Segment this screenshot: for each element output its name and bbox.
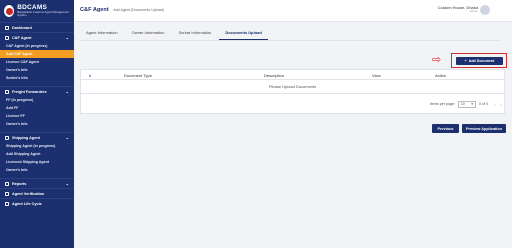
previous-button[interactable]: Previous (432, 124, 459, 133)
tab-agent-information[interactable]: Agent Information (80, 28, 124, 40)
tab-owner-information[interactable]: Owner Information (126, 28, 171, 40)
sidebar-item-agent-life-cycle[interactable]: Agent Life Cycle (0, 198, 74, 208)
user-role: Admin (469, 9, 478, 14)
preview-application-button[interactable]: Preview Application (462, 124, 506, 133)
add-document-label: Add Document (468, 59, 495, 63)
add-document-button[interactable]: + Add Document (456, 57, 503, 65)
sidebar-item-sorkers-info[interactable]: Sorker's Info (0, 74, 74, 82)
documents-table: # Document Type Description View Action … (80, 69, 505, 114)
sidebar-item-ff-in-progress[interactable]: FF (In progress) (0, 96, 74, 104)
page-subtitle: Add Agent (Documents Upload) (113, 8, 164, 12)
page-title-text: C&F Agent (80, 7, 109, 13)
items-per-page-label: Items per page: (430, 102, 455, 106)
chevron-down-icon: ⌄ (65, 181, 69, 186)
tab-documents-upload[interactable]: Documents Upload (219, 28, 268, 40)
sidebar-item-dashboard[interactable]: Dashboard (0, 22, 74, 32)
sidebar-item-cf-in-progress[interactable]: C&F Agent (In progress) (0, 42, 74, 50)
page-range: 0 of 0 (479, 102, 488, 106)
chevron-down-icon: ▾ (471, 102, 473, 106)
paginator: Items per page: 10 ▾ 0 of 0 ‹ › (430, 96, 504, 112)
annotation-arrow-icon: ⇨ (432, 54, 442, 66)
verification-icon (5, 191, 9, 196)
sidebar: BDCAMS Bangladesh Customs Agent Manageme… (0, 0, 74, 248)
ship-icon (5, 135, 9, 140)
sidebar-section-cf-agent[interactable]: C&F Agent ⌄ (0, 32, 74, 42)
column-index: # (89, 73, 92, 78)
sidebar-item-ff-owners-info[interactable]: Owner's Info (0, 120, 74, 128)
topbar: C&F Agent Add Agent (Documents Upload) C… (74, 0, 512, 22)
sidebar-section-freight-forwarders[interactable]: Freight Forwarders ⌄ (0, 86, 74, 96)
lifecycle-icon (5, 201, 9, 206)
sidebar-section-shipping-agent[interactable]: Shipping Agent ⌄ (0, 132, 74, 142)
empty-table-message: Please Upload Documents (81, 80, 504, 94)
user-info[interactable]: Custom House, Dhaka Admin (438, 5, 478, 14)
column-view: View (372, 73, 381, 78)
sidebar-item-sa-in-progress[interactable]: Shipping Agent (In progress) (0, 142, 74, 150)
sidebar-item-licenced-shipping-agent[interactable]: Licenced Shipping Agent (0, 158, 74, 166)
table-header: # Document Type Description View Action (81, 70, 504, 80)
tab-divider (80, 40, 500, 41)
chevron-down-icon: ⌄ (65, 89, 69, 94)
logo[interactable]: BDCAMS Bangladesh Customs Agent Manageme… (0, 0, 74, 22)
items-per-page-select[interactable]: 10 ▾ (458, 100, 476, 108)
sidebar-item-add-ff[interactable]: Add FF (0, 104, 74, 112)
tab-bar: Agent Information Owner Information Sork… (80, 28, 270, 40)
page-title: C&F Agent Add Agent (Documents Upload) (80, 7, 164, 13)
sidebar-item-add-shipping-agent[interactable]: Add Shipping Agent (0, 150, 74, 158)
sidebar-item-sa-owners-info[interactable]: Owner's Info (0, 166, 74, 174)
tab-sorkar-information[interactable]: Sorkar Information (172, 28, 217, 40)
avatar[interactable] (480, 5, 490, 15)
items-per-page-value: 10 (461, 102, 465, 106)
logo-subtitle: Bangladesh Customs Agent Management Syst… (17, 10, 69, 18)
sidebar-item-cf-owners-info[interactable]: Owner's Info (0, 66, 74, 74)
logo-emblem-icon (4, 5, 15, 17)
chevron-down-icon: ⌄ (65, 135, 69, 140)
column-description: Description (264, 73, 285, 78)
next-page-icon[interactable]: › (498, 102, 504, 107)
column-document-type: Document Type (124, 73, 152, 78)
sidebar-section-reports[interactable]: Reports ⌄ (0, 178, 74, 188)
reports-icon (5, 181, 9, 186)
sidebar-item-add-cf-agent[interactable]: Add C&F Agent (0, 50, 74, 58)
sidebar-item-licence-ff[interactable]: Licence FF (0, 112, 74, 120)
plus-icon: + (464, 59, 467, 63)
dashboard-icon (5, 25, 9, 30)
sidebar-item-licence-cf-agent[interactable]: Licence C&F Agent (0, 58, 74, 66)
freight-icon (5, 89, 9, 94)
sidebar-item-agent-verification[interactable]: Agent Verification (0, 188, 74, 198)
chevron-down-icon: ⌄ (65, 35, 69, 40)
column-action: Action (435, 73, 447, 78)
agent-icon (5, 35, 9, 40)
